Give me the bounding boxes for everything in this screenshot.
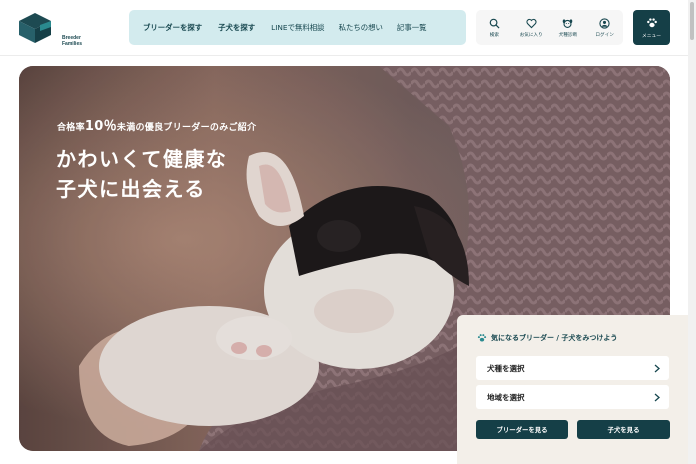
breed-diagnosis-link[interactable]: 犬種診断 — [550, 10, 587, 45]
chevron-right-icon — [654, 364, 660, 372]
heart-icon — [526, 18, 537, 28]
breed-select[interactable]: 犬種を選択 — [476, 356, 669, 380]
dog-face-icon — [563, 18, 573, 28]
breed-select-label: 犬種を選択 — [487, 363, 525, 373]
nav-item-articles[interactable]: 記事一覧 — [397, 22, 427, 33]
search-card: 気になるブリーダー / 子犬をみつけよう 犬種を選択 地域を選択 ブリーダーを見… — [457, 315, 688, 464]
hero-title-line-1: かわいくて健康な — [56, 147, 228, 171]
page-scrollbar[interactable] — [688, 0, 696, 464]
user-icon — [599, 17, 610, 29]
favorites-link[interactable]: お気に入り — [513, 10, 550, 45]
hero-title: かわいくて健康な 子犬に出会える — [56, 144, 227, 204]
region-select-label: 地域を選択 — [487, 392, 525, 402]
search-card-heading: 気になるブリーダー / 子犬をみつけよう — [477, 333, 617, 343]
paw-icon — [646, 17, 657, 27]
nav-item-breeders[interactable]: ブリーダーを探す — [143, 22, 202, 33]
search-label: 検索 — [489, 32, 499, 38]
menu-button[interactable]: メニュー — [633, 10, 670, 45]
view-breeders-button[interactable]: ブリーダーを見る — [476, 420, 568, 439]
favorites-label: お気に入り — [519, 32, 543, 38]
site-header: Breeder Families ブリーダーを探す 子犬を探す LINEで無料相… — [0, 0, 696, 56]
login-link[interactable]: ログイン — [586, 10, 623, 45]
search-card-heading-text: 気になるブリーダー / 子犬をみつけよう — [491, 334, 618, 342]
nav-item-puppies[interactable]: 子犬を探す — [218, 22, 255, 33]
site-logo[interactable]: Breeder Families — [18, 11, 82, 47]
logo-word-2: Families — [62, 41, 83, 47]
search-link[interactable]: 検索 — [476, 10, 513, 45]
main-nav: ブリーダーを探す 子犬を探す LINEで無料相談 私たちの想い 記事一覧 — [129, 10, 466, 45]
search-icon — [489, 18, 500, 29]
diagnosis-label: 犬種診断 — [558, 32, 578, 38]
hero-subtitle-number: 10％ — [84, 119, 117, 134]
utility-nav: 検索 お気に入り 犬種診断 ログイン — [476, 10, 623, 45]
login-label: ログイン — [595, 32, 614, 38]
hero-subtitle-suffix: 未満の優良ブリーダーのみご紹介 — [116, 123, 257, 133]
nav-item-line-consult[interactable]: LINEで無料相談 — [271, 22, 324, 33]
paw-icon — [477, 334, 487, 342]
view-puppies-button[interactable]: 子犬を見る — [577, 420, 670, 439]
region-select[interactable]: 地域を選択 — [476, 385, 669, 409]
hero-subtitle: 合格率10％未満の優良ブリーダーのみご紹介 — [57, 115, 256, 134]
hero-subtitle-prefix: 合格率 — [57, 123, 85, 133]
scrollbar-thumb[interactable] — [690, 2, 694, 40]
nav-item-our-thoughts[interactable]: 私たちの想い — [339, 22, 383, 33]
hero-title-line-2: 子犬に出会える — [56, 177, 206, 201]
menu-label: メニュー — [641, 33, 662, 39]
logo-wordmark: Breeder Families — [62, 35, 82, 47]
chevron-right-icon — [654, 393, 660, 401]
